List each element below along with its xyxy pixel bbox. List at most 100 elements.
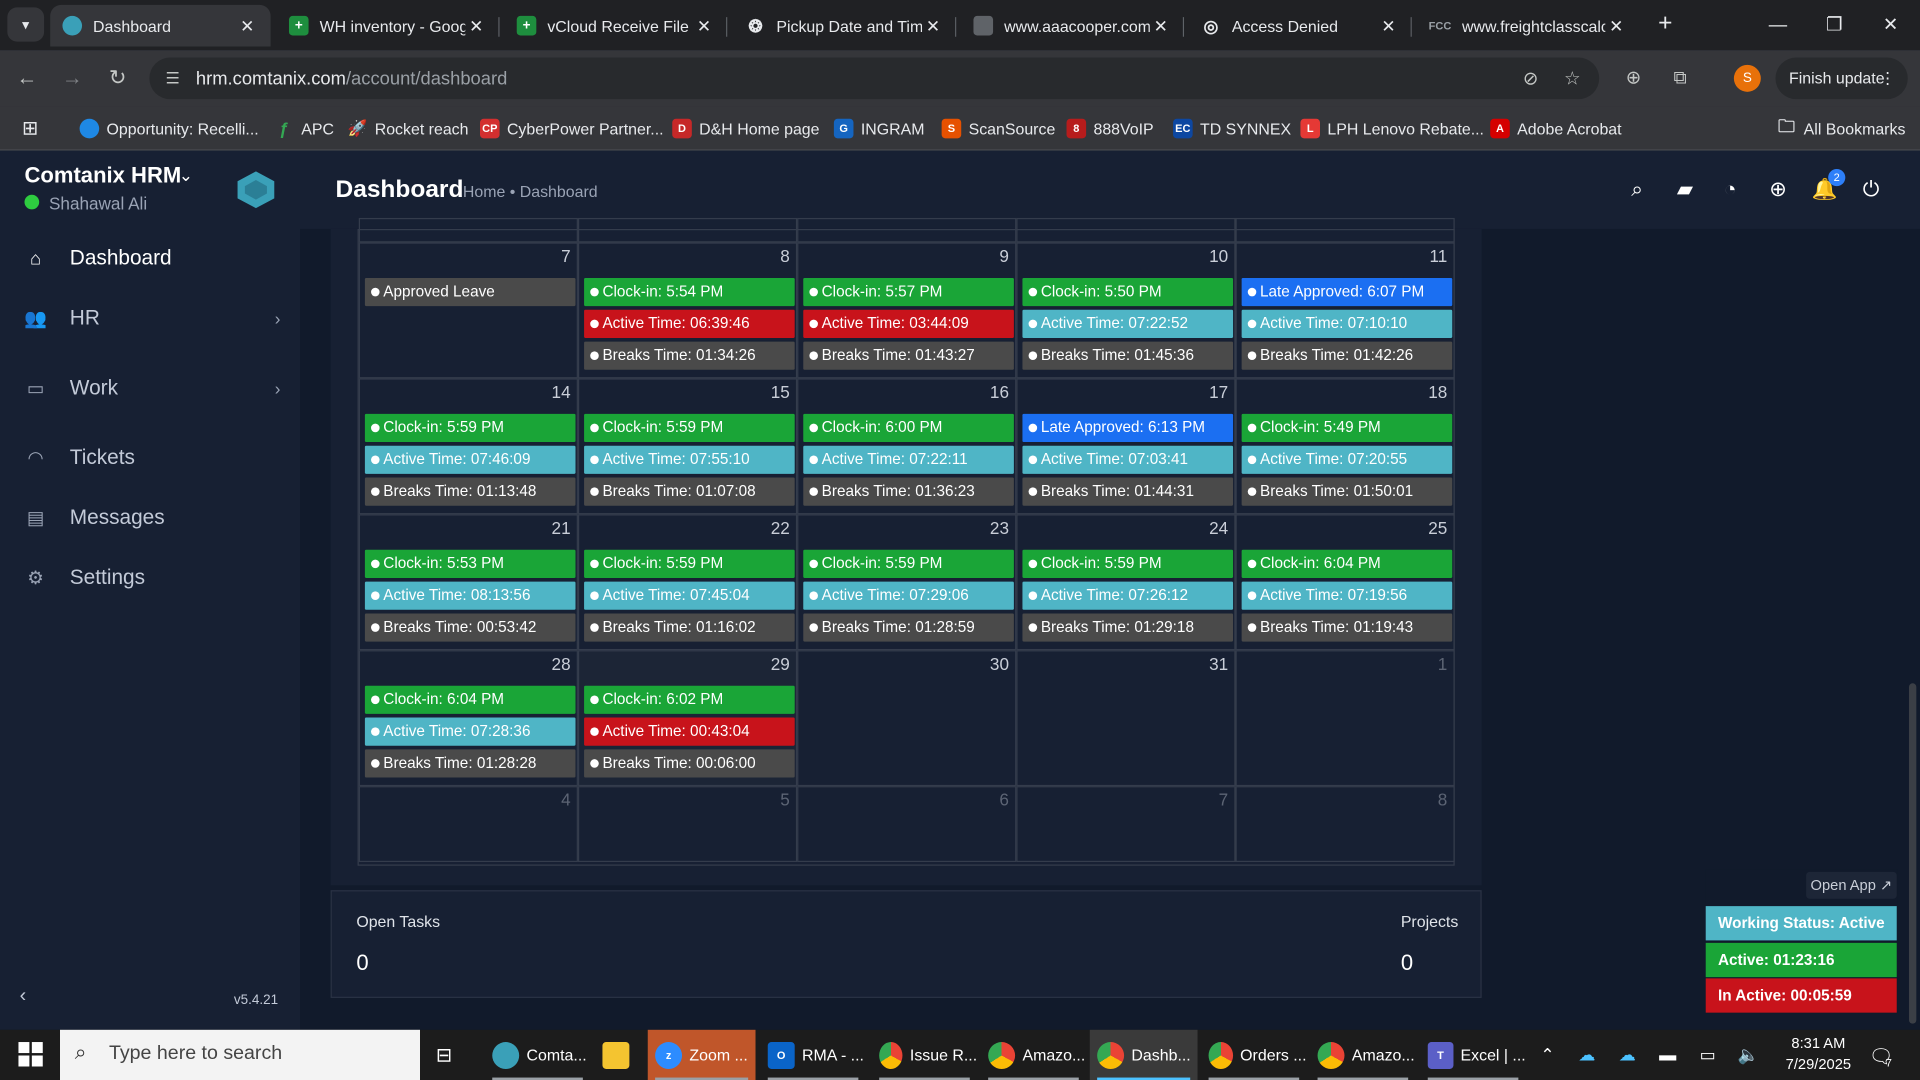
brand-name[interactable]: Comtanix HRM — [24, 163, 181, 189]
add-circle-icon[interactable]: ⊕ — [1764, 176, 1791, 203]
restore-button[interactable]: ❐ — [1806, 0, 1862, 49]
approved-leave-event[interactable]: Approved Leave — [364, 277, 576, 307]
all-bookmarks-button[interactable]: 🗀 All Bookmarks — [1777, 116, 1905, 140]
bookmark-item[interactable]: ƒ APC — [274, 116, 334, 140]
bookmark-item[interactable]: CP CyberPower Partner... — [480, 116, 664, 140]
calendar-day-cell[interactable]: 8 Clock-in: 5:54 PM Active Time: 06:39:46 B… — [577, 242, 798, 379]
extension-globe-icon[interactable]: ⊕ — [1621, 66, 1645, 90]
calendar-day-cell[interactable]: 21 Clock-in: 5:53 PM Active Time: 08:13:56… — [358, 514, 578, 651]
clock-icon[interactable]: ◔ — [1717, 176, 1744, 203]
calendar-day-cell[interactable]: 23 Clock-in: 5:59 PM Active Time: 07:29:06… — [797, 514, 1017, 651]
breaks-time-event[interactable]: Breaks Time: 00:06:00 — [584, 749, 795, 778]
tracking-off-icon[interactable]: ⊘ — [1518, 67, 1542, 91]
chevron-down-icon[interactable]: ⌄ — [179, 165, 193, 186]
calendar-day-cell[interactable]: 22 Clock-in: 5:59 PM Active Time: 07:45:04… — [577, 514, 798, 651]
taskbar-app[interactable]: Amazo... — [981, 1030, 1086, 1080]
breaks-time-event[interactable]: Breaks Time: 01:28:28 — [364, 749, 576, 778]
clock-in-event[interactable]: Clock-in: 5:49 PM — [1241, 413, 1453, 443]
close-icon[interactable]: ✕ — [1378, 15, 1400, 36]
active-time-event[interactable]: Active Time: 07:29:06 — [803, 581, 1014, 610]
bookmark-item[interactable]: L LPH Lenovo Rebate... — [1300, 116, 1484, 140]
calendar-day-cell[interactable]: 11 Late Approved: 6:07 PM Active Time: 07:… — [1235, 242, 1455, 379]
calendar-day-cell[interactable]: 28 Clock-in: 6:04 PM Active Time: 07:28:36… — [358, 650, 578, 787]
close-window-button[interactable]: ✕ — [1862, 0, 1918, 49]
late-approved-event[interactable]: Late Approved: 6:13 PM — [1022, 413, 1234, 443]
browser-tab[interactable]: + WH inventory - Goog ✕ — [277, 5, 500, 47]
close-icon[interactable]: ✕ — [693, 15, 715, 36]
sidebar-item-tickets[interactable]: ◠ Tickets — [0, 429, 300, 488]
search-icon[interactable]: ⌕ — [1624, 176, 1651, 203]
breaks-time-event[interactable]: Breaks Time: 01:43:27 — [803, 341, 1014, 370]
battery-icon[interactable]: ▬ — [1659, 1044, 1676, 1064]
power-icon[interactable]: ⏻ — [1858, 176, 1885, 203]
breaks-time-event[interactable]: Breaks Time: 00:53:42 — [364, 613, 576, 642]
active-time-event[interactable]: Active Time: 07:45:04 — [584, 581, 795, 610]
calendar-day-cell[interactable]: 8 — [1235, 786, 1455, 863]
calendar-day-cell[interactable]: 17 Late Approved: 6:13 PM Active Time: 07:… — [1016, 378, 1236, 515]
calendar-day-cell[interactable]: 15 Clock-in: 5:59 PM Active Time: 07:55:10… — [577, 378, 798, 515]
breaks-time-event[interactable]: Breaks Time: 01:16:02 — [584, 613, 795, 642]
bookmark-item[interactable]: 🚀 Rocket reach — [348, 116, 469, 140]
active-time-event[interactable]: Active Time: 03:44:09 — [803, 309, 1014, 338]
breaks-time-event[interactable]: Breaks Time: 01:44:31 — [1022, 477, 1234, 506]
active-time-event[interactable]: Active Time: 07:55:10 — [584, 445, 795, 474]
onedrive-icon[interactable]: ☁ — [1619, 1044, 1636, 1065]
calendar-day-cell[interactable]: 16 Clock-in: 6:00 PM Active Time: 07:22:11… — [797, 378, 1017, 515]
browser-tab[interactable]: ◎ Access Denied ✕ — [1189, 5, 1412, 47]
calendar-day-cell[interactable]: 30 — [797, 650, 1017, 787]
bookmark-item[interactable]: D D&H Home page — [672, 116, 820, 140]
chevron-up-icon[interactable]: ⌃ — [1540, 1044, 1554, 1065]
calendar-day-cell[interactable]: 5 — [577, 786, 798, 863]
taskbar-app[interactable]: O RMA - ... — [760, 1030, 865, 1080]
late-approved-event[interactable]: Late Approved: 6:07 PM — [1241, 277, 1453, 307]
active-time-event[interactable]: Active Time: 00:43:04 — [584, 717, 795, 746]
bookmark-star-icon[interactable]: ☆ — [1560, 67, 1584, 91]
breaks-time-event[interactable]: Breaks Time: 01:13:48 — [364, 477, 576, 506]
breaks-time-event[interactable]: Breaks Time: 01:28:59 — [803, 613, 1014, 642]
calendar-day-cell[interactable]: 18 Clock-in: 5:49 PM Active Time: 07:20:55… — [1235, 378, 1455, 515]
active-time-event[interactable]: Active Time: 07:22:52 — [1022, 309, 1234, 338]
active-time-event[interactable]: Active Time: 07:46:09 — [364, 445, 576, 474]
browser-tab[interactable]: Dashboard ✕ — [50, 4, 271, 47]
breaks-time-event[interactable]: Breaks Time: 01:50:01 — [1241, 477, 1453, 506]
bookmark-item[interactable]: S ScanSource — [941, 116, 1055, 140]
sidebar-item-settings[interactable]: ⚙ Settings — [0, 549, 300, 608]
taskbar-app[interactable]: Dashb... — [1089, 1029, 1198, 1080]
breaks-time-event[interactable]: Breaks Time: 01:45:36 — [1022, 341, 1234, 370]
calendar-day-cell[interactable]: 7 Approved Leave — [358, 242, 578, 379]
calendar-day-cell[interactable]: 25 Clock-in: 6:04 PM Active Time: 07:19:56… — [1235, 514, 1455, 651]
system-clock[interactable]: 8:31 AM 7/29/2025 — [1776, 1033, 1862, 1075]
network-icon[interactable]: ▭ — [1700, 1044, 1716, 1065]
breaks-time-event[interactable]: Breaks Time: 01:29:18 — [1022, 613, 1234, 642]
clock-in-event[interactable]: Clock-in: 5:50 PM — [1022, 277, 1234, 307]
onedrive-icon[interactable]: ☁ — [1578, 1044, 1595, 1065]
extensions-icon[interactable]: ⧉ — [1668, 66, 1692, 90]
calendar-day-cell[interactable]: 1 — [1235, 650, 1455, 787]
page-scrollbar[interactable] — [1908, 683, 1917, 1024]
profile-avatar[interactable]: S — [1733, 64, 1761, 92]
apps-grid-icon[interactable]: ⊞ — [22, 116, 38, 140]
task-view-icon[interactable]: ⊟ — [436, 1030, 463, 1080]
clock-in-event[interactable]: Clock-in: 6:04 PM — [1241, 549, 1453, 578]
breaks-time-event[interactable]: Breaks Time: 01:34:26 — [584, 341, 795, 370]
active-time-event[interactable]: Active Time: 07:28:36 — [364, 717, 576, 746]
close-icon[interactable]: ✕ — [236, 15, 258, 36]
calendar-day-cell[interactable]: 29 Clock-in: 6:02 PM Active Time: 00:43:04… — [577, 650, 798, 787]
bookmark-item[interactable]: A Adobe Acrobat — [1490, 116, 1622, 140]
calendar-day-cell[interactable]: 7 — [1016, 786, 1236, 863]
taskbar-app[interactable]: Comta... — [485, 1030, 590, 1080]
close-icon[interactable]: ✕ — [465, 15, 487, 36]
active-time-event[interactable]: Active Time: 07:19:56 — [1241, 581, 1453, 610]
clock-in-event[interactable]: Clock-in: 5:59 PM — [364, 413, 576, 443]
minimize-button[interactable]: — — [1750, 0, 1806, 49]
calendar-day-cell[interactable]: 4 — [358, 786, 578, 863]
new-tab-button[interactable]: + — [1651, 10, 1680, 39]
active-time-event[interactable]: Active Time: 08:13:56 — [364, 581, 576, 610]
tab-search-button[interactable]: ▾ — [7, 7, 45, 42]
active-time-event[interactable]: Active Time: 07:20:55 — [1241, 445, 1453, 474]
breaks-time-event[interactable]: Breaks Time: 01:19:43 — [1241, 613, 1453, 642]
calendar-day-cell[interactable]: 6 — [797, 786, 1017, 863]
browser-tab[interactable]: + vCloud Receive File - ✕ — [504, 5, 728, 47]
finish-update-button[interactable]: Finish update ⋮ — [1775, 57, 1908, 100]
clock-in-event[interactable]: Clock-in: 6:02 PM — [584, 685, 795, 714]
